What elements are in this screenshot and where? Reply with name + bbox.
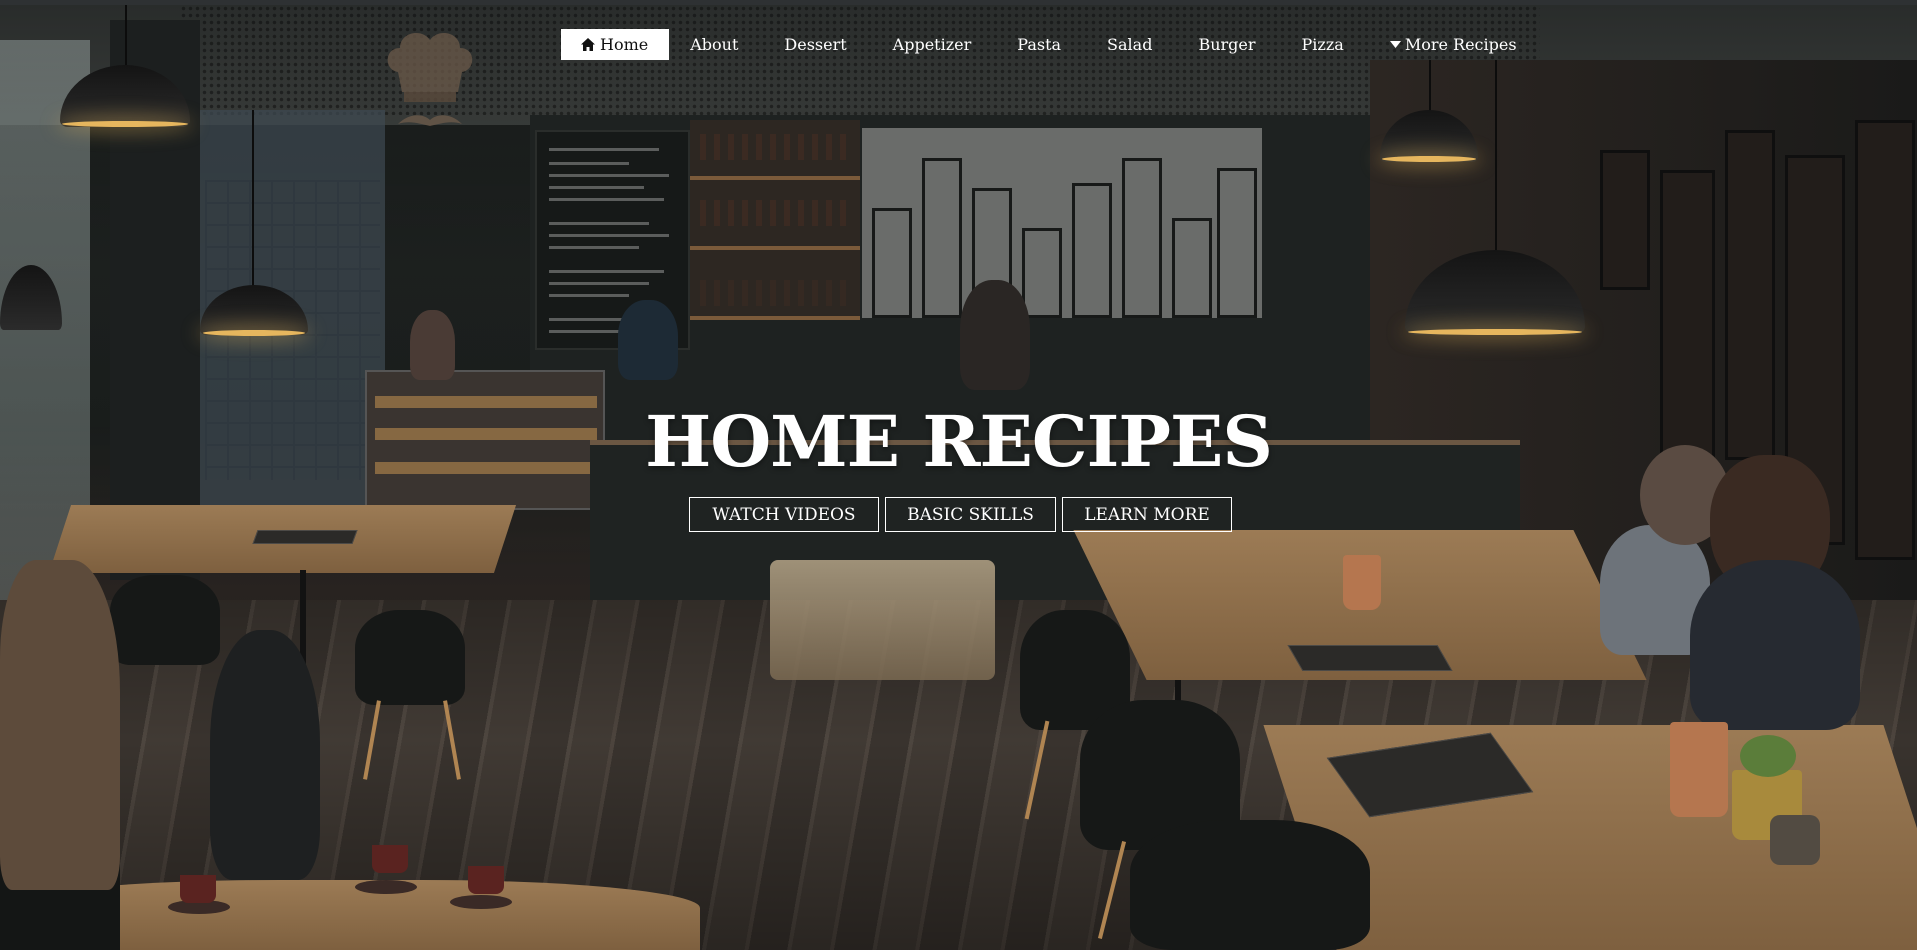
nav-pasta-label: Pasta <box>1017 35 1062 54</box>
seated-person <box>0 560 120 890</box>
nav-dessert-label: Dessert <box>784 35 847 54</box>
customer <box>1690 560 1860 730</box>
lamp-cord <box>1495 60 1497 255</box>
top-navigation: Home About Dessert Appetizer Pasta Salad… <box>561 29 1542 60</box>
basic-skills-button[interactable]: BASIC SKILLS <box>885 497 1056 532</box>
nav-more-recipes-label: More Recipes <box>1404 35 1517 54</box>
plant-leaves <box>1740 735 1796 777</box>
coffee-cup <box>372 845 408 873</box>
nav-appetizer[interactable]: Appetizer <box>872 29 997 60</box>
coffee-cup <box>180 875 216 903</box>
chef-hat-mustache-icon[interactable] <box>380 20 480 130</box>
barista <box>618 300 678 380</box>
watch-videos-button[interactable]: WATCH VIDEOS <box>689 497 879 532</box>
copper-bucket <box>1670 722 1728 817</box>
nav-home-label: Home <box>600 35 649 54</box>
jacket-on-chair <box>210 630 320 880</box>
lamp-cord <box>252 110 254 290</box>
stone-wall <box>862 128 1262 318</box>
nav-dessert[interactable]: Dessert <box>763 29 871 60</box>
hero-title: HOME RECIPES <box>645 400 1273 483</box>
hero-button-group: WATCH VIDEOS BASIC SKILLS LEARN MORE <box>689 497 1232 532</box>
glass-jar <box>1770 815 1820 865</box>
menu-card <box>252 530 358 544</box>
nav-about-label: About <box>690 35 739 54</box>
lamp-glow <box>1382 156 1476 162</box>
nav-salad-label: Salad <box>1107 35 1153 54</box>
nav-appetizer-label: Appetizer <box>892 35 972 54</box>
nav-burger[interactable]: Burger <box>1177 29 1280 60</box>
nav-about[interactable]: About <box>669 29 763 60</box>
lamp-cord <box>1429 60 1431 115</box>
lamp-glow <box>203 330 305 336</box>
hero-background: Home About Dessert Appetizer Pasta Salad… <box>0 0 1917 950</box>
saucer <box>355 880 417 894</box>
copper-bucket <box>1343 555 1381 610</box>
learn-more-button[interactable]: LEARN MORE <box>1062 497 1232 532</box>
chair <box>110 575 220 665</box>
nav-home[interactable]: Home <box>561 29 670 60</box>
nav-pizza[interactable]: Pizza <box>1281 29 1369 60</box>
round-display-stand <box>770 560 995 680</box>
lamp-glow <box>1408 329 1582 335</box>
home-icon <box>581 38 595 51</box>
lamp-glow <box>62 121 188 127</box>
nav-salad[interactable]: Salad <box>1086 29 1177 60</box>
barista <box>410 310 455 380</box>
nav-pasta[interactable]: Pasta <box>996 29 1086 60</box>
barista <box>960 280 1030 390</box>
nav-more-recipes-dropdown[interactable]: More Recipes <box>1369 29 1542 60</box>
coffee-cup <box>468 866 504 894</box>
bottle-shelves <box>690 120 860 320</box>
nav-pizza-label: Pizza <box>1301 35 1344 54</box>
lamp-cord <box>125 5 127 70</box>
chair <box>1130 820 1370 950</box>
saucer <box>450 895 512 909</box>
chair <box>355 610 465 705</box>
nav-burger-label: Burger <box>1198 35 1256 54</box>
menu-card <box>1287 645 1453 671</box>
caret-down-icon <box>1389 41 1401 48</box>
